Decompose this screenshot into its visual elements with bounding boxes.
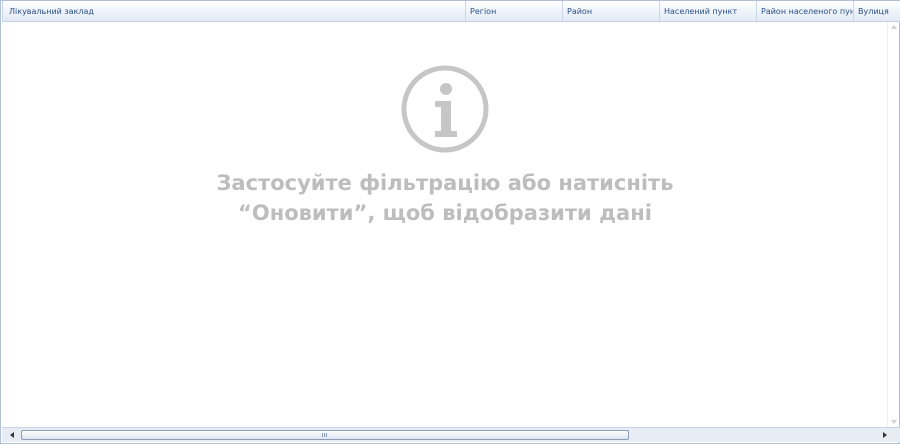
scroll-up-icon[interactable] (891, 25, 897, 29)
scroll-left-icon[interactable] (10, 432, 14, 438)
empty-state: Застосуйте фільтрацію або натисніть “Оно… (1, 63, 889, 228)
column-header-region[interactable]: Регіон (466, 1, 563, 21)
vertical-scrollbar[interactable] (887, 22, 898, 427)
grip-icon (322, 433, 327, 437)
scroll-down-icon[interactable] (891, 420, 897, 424)
scroll-right-icon[interactable] (883, 432, 887, 438)
column-header-row: Лікувальний заклад Регіон Район Населени… (2, 1, 900, 22)
empty-state-line-1: Застосуйте фільтрацію або натисніть (216, 171, 674, 195)
column-header-district[interactable]: Район (563, 1, 660, 21)
empty-state-message: Застосуйте фільтрацію або натисніть “Оно… (1, 168, 889, 228)
data-grid: Лікувальний заклад Регіон Район Населени… (0, 0, 900, 444)
horizontal-scrollbar[interactable] (2, 427, 900, 442)
column-header-medical-facility[interactable]: Лікувальний заклад (2, 1, 466, 21)
column-header-street[interactable]: Вулиця (854, 1, 900, 21)
column-header-settlement-district[interactable]: Район населеного пункт (757, 1, 854, 21)
info-icon (401, 65, 489, 153)
column-header-settlement[interactable]: Населений пункт (660, 1, 757, 21)
empty-state-line-2: “Оновити”, щоб відобразити дані (238, 201, 652, 225)
horizontal-scroll-thumb[interactable] (21, 430, 629, 440)
